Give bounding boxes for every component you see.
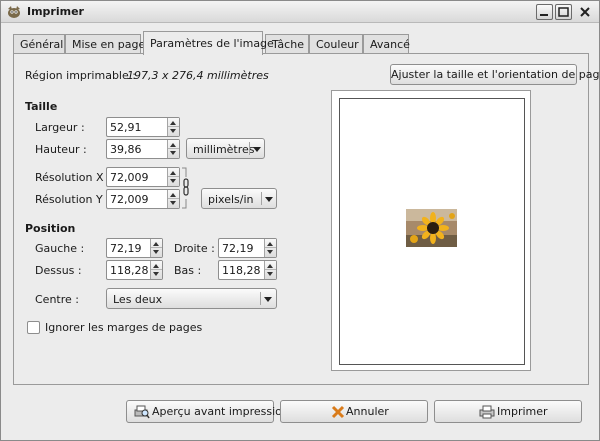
print-dialog: Imprimer Général Mise en page Paramètres… [0, 0, 600, 441]
resolution-unit-combo[interactable]: pixels/in [201, 188, 277, 209]
size-unit-value: millimètres [193, 143, 255, 156]
height-value: 39,86 [110, 143, 142, 156]
chevron-down-icon [265, 197, 273, 202]
print-preview-button[interactable]: Aperçu avant impression [126, 400, 289, 423]
size-unit-combo[interactable]: millimètres [186, 138, 265, 159]
top-value: 118,28 [110, 264, 149, 277]
right-label: Droite : [174, 242, 215, 255]
cancel-label: Annuler [346, 405, 389, 418]
bottom-label: Bas : [174, 264, 202, 277]
printable-region-value: 197,3 x 276,4 millimètres [127, 69, 269, 82]
maximize-button[interactable] [555, 4, 572, 20]
cancel-button[interactable]: Annuler [280, 400, 428, 423]
top-spinner-arrows[interactable] [150, 261, 162, 279]
right-spinner[interactable]: 72,19 [218, 238, 277, 258]
resolution-x-spinner-arrows[interactable] [167, 168, 179, 186]
ignore-margins-checkbox[interactable] [27, 321, 40, 334]
tab-avance[interactable]: Avancé [363, 34, 410, 54]
chain-link-icon[interactable] [181, 167, 191, 209]
height-spinner-arrows[interactable] [167, 140, 179, 158]
width-label: Largeur : [35, 121, 85, 134]
sunflower-thumbnail[interactable] [406, 209, 457, 247]
window-title: Imprimer [27, 5, 84, 18]
resolution-x-value: 72,009 [110, 171, 149, 184]
chevron-down-icon [264, 297, 272, 302]
fit-page-button[interactable]: Ajuster la taille et l'orientation de pa… [390, 64, 600, 85]
preview-icon [134, 405, 150, 419]
resolution-y-spinner-arrows[interactable] [167, 190, 179, 208]
preview-page [339, 98, 525, 365]
printer-icon [479, 405, 495, 419]
close-icon [580, 7, 590, 17]
bottom-value: 118,28 [222, 264, 261, 277]
cancel-icon [331, 405, 345, 419]
left-value: 72,19 [110, 242, 142, 255]
tab-general[interactable]: Général [13, 34, 65, 54]
maximize-icon [558, 7, 569, 17]
ignore-margins-label[interactable]: Ignorer les marges de pages [45, 321, 202, 334]
print-preview-label: Aperçu avant impression [152, 405, 289, 418]
minimize-icon [540, 14, 548, 16]
resolution-y-label: Résolution Y : [35, 193, 110, 206]
height-spinner[interactable]: 39,86 [106, 139, 180, 159]
print-label: Imprimer [497, 405, 548, 418]
width-value: 52,91 [110, 121, 142, 134]
gimp-icon [8, 6, 20, 18]
left-label: Gauche : [35, 242, 85, 255]
size-heading: Taille [25, 100, 58, 113]
minimize-button[interactable] [536, 4, 553, 20]
right-spinner-arrows[interactable] [264, 239, 276, 257]
center-combo[interactable]: Les deux [106, 288, 277, 309]
tab-couleur[interactable]: Couleur [309, 34, 363, 54]
tab-mise-en-page[interactable]: Mise en page [65, 34, 145, 54]
left-spinner[interactable]: 72,19 [106, 238, 163, 258]
width-spinner[interactable]: 52,91 [106, 117, 180, 137]
resolution-x-spinner[interactable]: 72,009 [106, 167, 180, 187]
chevron-down-icon [253, 147, 261, 152]
left-spinner-arrows[interactable] [150, 239, 162, 257]
position-heading: Position [25, 222, 76, 235]
resolution-unit-value: pixels/in [208, 193, 254, 206]
bottom-spinner[interactable]: 118,28 [218, 260, 277, 280]
print-button[interactable]: Imprimer [434, 400, 582, 423]
close-button[interactable] [577, 4, 594, 20]
height-label: Hauteur : [35, 143, 87, 156]
resolution-y-value: 72,009 [110, 193, 149, 206]
width-spinner-arrows[interactable] [167, 118, 179, 136]
right-value: 72,19 [222, 242, 254, 255]
top-spinner[interactable]: 118,28 [106, 260, 163, 280]
tab-parametres-image[interactable]: Paramètres de l'image [143, 31, 274, 55]
top-label: Dessus : [35, 264, 82, 277]
printable-region-label: Région imprimable : [25, 69, 136, 82]
center-label: Centre : [35, 293, 79, 306]
resolution-x-label: Résolution X : [35, 171, 111, 184]
title-bar: Imprimer [1, 1, 599, 23]
bottom-spinner-arrows[interactable] [264, 261, 276, 279]
resolution-y-spinner[interactable]: 72,009 [106, 189, 180, 209]
page-preview [331, 90, 531, 371]
center-value: Les deux [113, 293, 163, 306]
